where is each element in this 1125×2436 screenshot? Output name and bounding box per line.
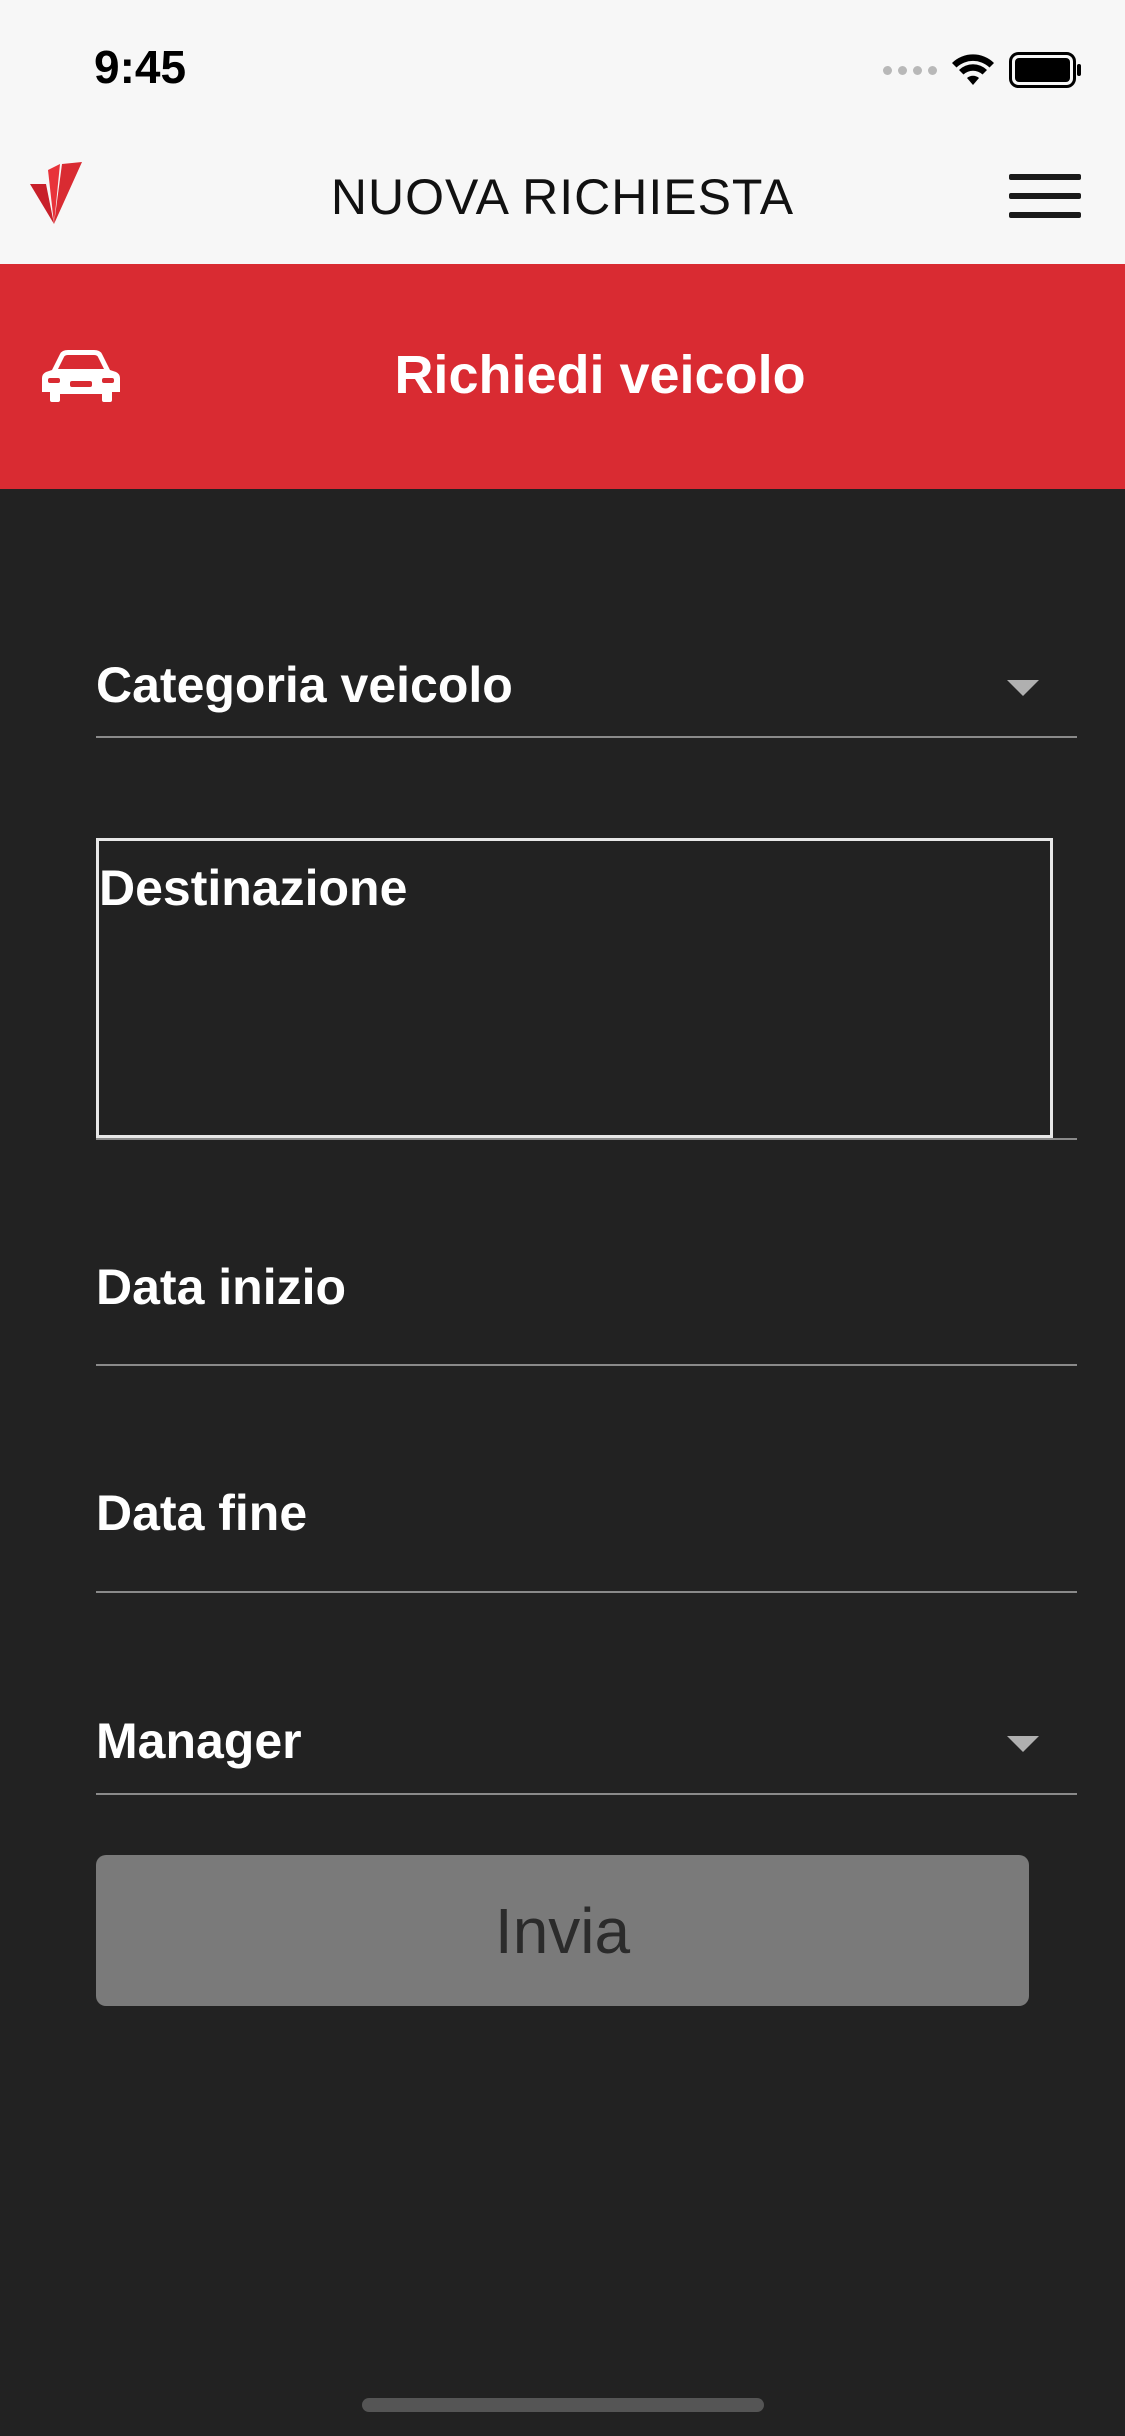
navigation-bar: NUOVA RICHIESTA bbox=[0, 132, 1125, 264]
manager-label: Manager bbox=[96, 1713, 302, 1769]
destination-label: Destinazione bbox=[99, 860, 408, 916]
action-title: Richiedi veicolo bbox=[394, 345, 806, 405]
status-icons bbox=[883, 50, 1083, 90]
wifi-icon bbox=[952, 54, 994, 85]
submit-button[interactable]: Invia bbox=[96, 1855, 1029, 2006]
signal-dots-icon bbox=[883, 65, 937, 75]
status-time: 9:45 bbox=[94, 41, 187, 93]
vehicle-category-select[interactable]: Categoria veicolo bbox=[96, 640, 1077, 738]
start-date-field[interactable]: Data inizio bbox=[96, 1240, 1077, 1366]
page-title: NUOVA RICHIESTA bbox=[330, 169, 795, 225]
destination-textarea[interactable]: Destinazione bbox=[96, 838, 1053, 1138]
end-date-label: Data fine bbox=[96, 1485, 308, 1541]
destination-underline bbox=[96, 1138, 1077, 1140]
status-bar: 9:45 bbox=[0, 0, 1125, 132]
end-date-field[interactable]: Data fine bbox=[96, 1466, 1077, 1593]
action-header: Richiedi veicolo bbox=[0, 264, 1125, 489]
chevron-down-icon bbox=[1007, 680, 1039, 696]
chevron-down-icon bbox=[1007, 1736, 1039, 1752]
home-indicator[interactable] bbox=[362, 2398, 764, 2412]
manager-select[interactable]: Manager bbox=[96, 1696, 1077, 1795]
start-date-label: Data inizio bbox=[96, 1259, 347, 1315]
battery-icon bbox=[1009, 52, 1081, 88]
vehicle-category-label: Categoria veicolo bbox=[96, 657, 513, 713]
app-screen: 9:45 NUOVA RICHIESTA Richiedi veicolo Ca… bbox=[0, 0, 1125, 2436]
hamburger-menu-icon[interactable] bbox=[1009, 174, 1081, 222]
